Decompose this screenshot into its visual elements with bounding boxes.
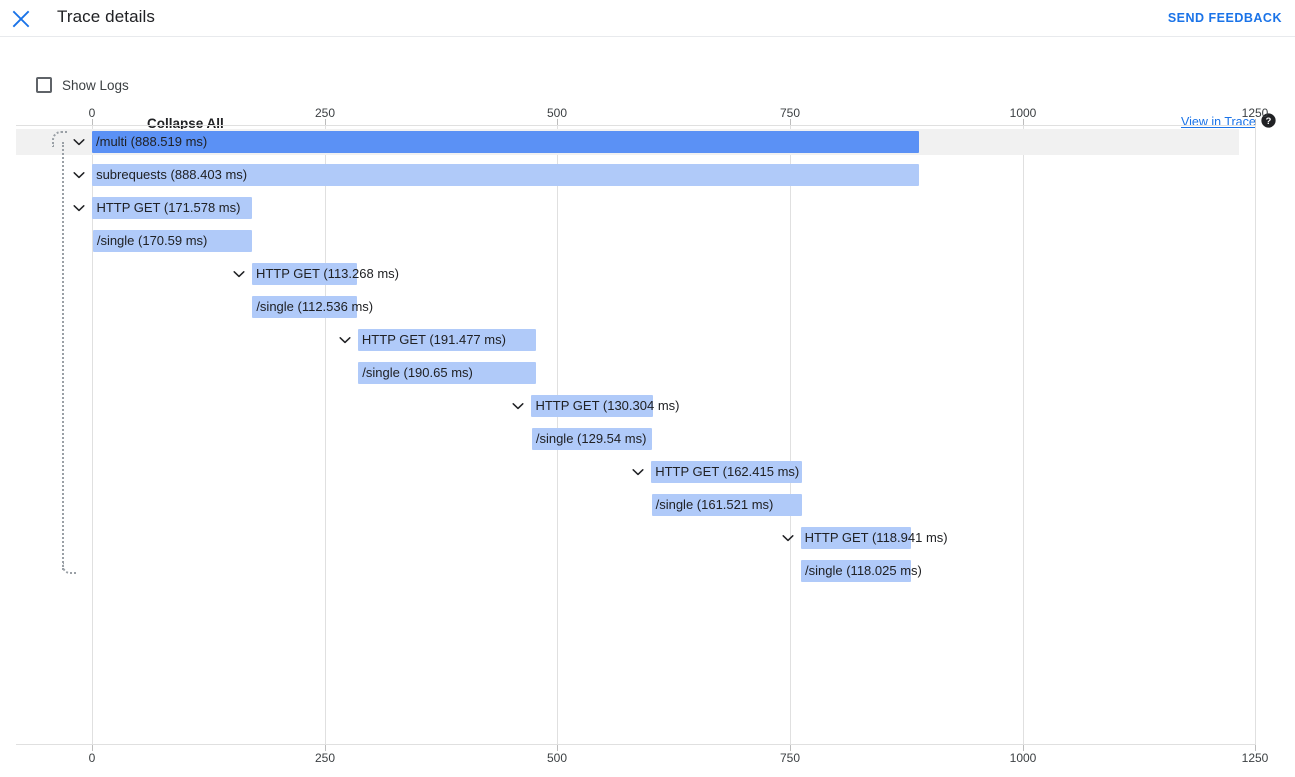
span-row[interactable]: /single (161.521 ms) — [0, 494, 1295, 516]
span-row[interactable]: /single (190.65 ms) — [0, 362, 1295, 384]
axis-tick-label-top: 0 — [88, 106, 96, 120]
span-bar[interactable] — [651, 494, 802, 516]
span-row[interactable]: HTTP GET (171.578 ms) — [0, 197, 1295, 219]
span-bar[interactable] — [358, 362, 536, 384]
axis-tick-bottom — [325, 744, 326, 751]
axis-tick-label-top: 1250 — [1241, 106, 1269, 120]
axis-tick-bottom — [1255, 744, 1256, 751]
span-row[interactable]: HTTP GET (162.415 ms) — [0, 461, 1295, 483]
axis-tick-label-bottom: 250 — [314, 751, 336, 765]
chevron-down-icon[interactable] — [70, 197, 88, 219]
span-bar[interactable] — [531, 428, 653, 450]
span-bar[interactable] — [800, 527, 912, 549]
span-bar[interactable] — [531, 395, 653, 417]
span-row[interactable]: /multi (888.519 ms) — [0, 131, 1295, 153]
chevron-down-icon[interactable] — [779, 527, 797, 549]
axis-tick-label-bottom: 1000 — [1009, 751, 1037, 765]
axis-tick-label-top: 750 — [779, 106, 801, 120]
axis-tick-bottom — [790, 744, 791, 751]
span-bar[interactable] — [92, 230, 252, 252]
span-row[interactable]: /single (170.59 ms) — [0, 230, 1295, 252]
span-bar[interactable] — [651, 461, 803, 483]
span-row[interactable]: HTTP GET (191.477 ms) — [0, 329, 1295, 351]
axis-tick-bottom — [92, 744, 93, 751]
span-row[interactable]: /single (129.54 ms) — [0, 428, 1295, 450]
span-bar[interactable] — [251, 263, 358, 285]
span-row[interactable]: HTTP GET (118.941 ms) — [0, 527, 1295, 549]
chevron-down-icon[interactable] — [629, 461, 647, 483]
span-row[interactable]: HTTP GET (113.268 ms) — [0, 263, 1295, 285]
span-row[interactable]: /single (112.536 ms) — [0, 296, 1295, 318]
span-bar[interactable] — [801, 560, 911, 582]
chevron-down-icon[interactable] — [509, 395, 527, 417]
span-row[interactable]: subrequests (888.403 ms) — [0, 164, 1295, 186]
axis-tick-label-top: 500 — [546, 106, 568, 120]
span-row[interactable]: HTTP GET (130.304 ms) — [0, 395, 1295, 417]
span-bar[interactable] — [252, 296, 358, 318]
chevron-down-icon[interactable] — [336, 329, 354, 351]
axis-tick-bottom — [557, 744, 558, 751]
span-bar[interactable] — [357, 329, 537, 351]
span-bar[interactable] — [92, 197, 253, 219]
chevron-down-icon[interactable] — [70, 164, 88, 186]
axis-tick-label-bottom: 0 — [88, 751, 96, 765]
trace-waterfall: 0 250 500 750 1000 1250 0 250 500 750 1000 1250 /m… — [0, 0, 1295, 777]
axis-tick-label-bottom: 500 — [546, 751, 568, 765]
axis-bottom-rule — [16, 744, 1255, 745]
span-bar[interactable] — [92, 131, 919, 153]
axis-tick-label-top: 1000 — [1009, 106, 1037, 120]
span-bar[interactable] — [92, 164, 919, 186]
axis-top-rule — [16, 125, 1255, 126]
axis-tick-label-bottom: 1250 — [1241, 751, 1269, 765]
axis-tick-label-bottom: 750 — [779, 751, 801, 765]
chevron-down-icon[interactable] — [230, 263, 248, 285]
span-row[interactable]: /single (118.025 ms) — [0, 560, 1295, 582]
axis-tick-label-top: 250 — [314, 106, 336, 120]
axis-tick-bottom — [1023, 744, 1024, 751]
chevron-down-icon[interactable] — [70, 131, 88, 153]
